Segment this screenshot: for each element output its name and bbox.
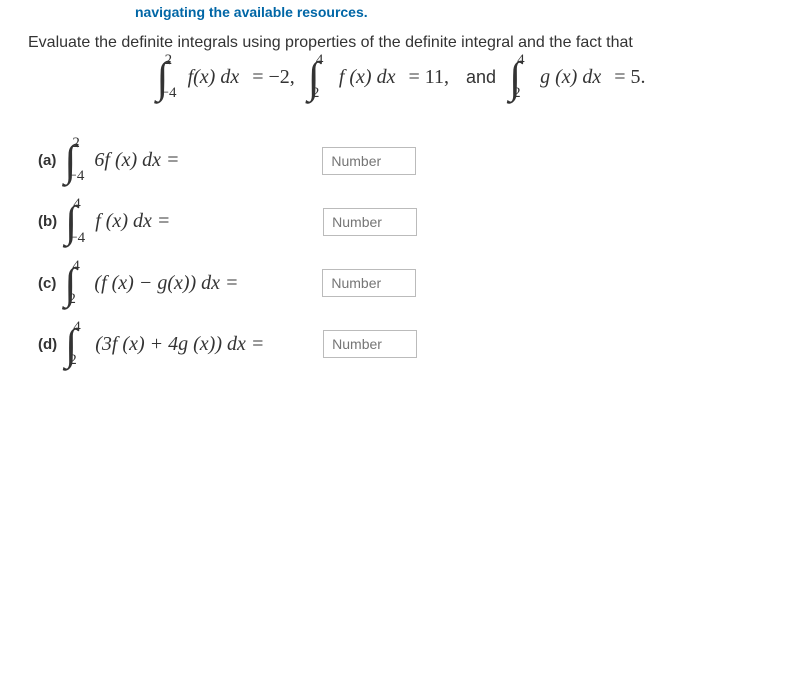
upper-limit: 2 xyxy=(165,54,173,66)
upper-limit: 4 xyxy=(517,54,525,66)
problem-label: (a) xyxy=(38,152,56,169)
integral-c: ∫42 (f (x) − g(x)) dx = xyxy=(64,266,238,301)
integrand: f (x) dx xyxy=(339,66,396,89)
fact-integral-2: ∫42 f (x) dx xyxy=(308,60,396,95)
lower-limit: 2 xyxy=(312,87,320,99)
lower-limit: 2 xyxy=(68,293,76,305)
integrand: 6f (x) dx = xyxy=(94,149,179,172)
problem-b: (b) ∫4−4 f (x) dx = xyxy=(38,204,778,239)
integrand: (3f (x) + 4g (x)) dx = xyxy=(95,333,264,356)
lower-limit: −4 xyxy=(68,170,84,182)
and-text: and xyxy=(466,67,496,88)
equals-value: = 5. xyxy=(614,66,645,89)
lower-limit: −4 xyxy=(69,232,85,244)
upper-limit: 4 xyxy=(72,260,80,272)
problem-label: (c) xyxy=(38,275,56,292)
integral-b: ∫4−4 f (x) dx = xyxy=(65,204,170,239)
fact-integral-1: ∫2−4 f(x) dx xyxy=(157,60,240,95)
intro-text: Evaluate the definite integrals using pr… xyxy=(28,34,778,52)
equals-value: = −2, xyxy=(252,66,295,89)
integrand: g (x) dx xyxy=(540,66,601,89)
lower-limit: 2 xyxy=(69,354,77,366)
problem-label: (d) xyxy=(38,336,57,353)
integrand: f(x) dx xyxy=(188,66,240,89)
answer-input-d[interactable] xyxy=(323,330,417,358)
integrand: f (x) dx = xyxy=(95,210,170,233)
problem-a: (a) ∫2−4 6f (x) dx = xyxy=(38,143,778,178)
integral-a: ∫2−4 6f (x) dx = xyxy=(64,143,179,178)
upper-limit: 4 xyxy=(73,321,81,333)
nav-fragment: navigating the available resources. xyxy=(0,0,806,34)
integrand: (f (x) − g(x)) dx = xyxy=(94,272,238,295)
problem-d: (d) ∫42 (3f (x) + 4g (x)) dx = xyxy=(38,327,778,362)
answer-input-c[interactable] xyxy=(322,269,416,297)
lower-limit: −4 xyxy=(161,87,177,99)
answer-input-b[interactable] xyxy=(323,208,417,236)
equals-value: = 11, xyxy=(408,66,449,89)
integral-d: ∫42 (3f (x) + 4g (x)) dx = xyxy=(65,327,264,362)
fact-integral-3: ∫42 g (x) dx xyxy=(509,60,601,95)
answer-input-a[interactable] xyxy=(322,147,416,175)
upper-limit: 4 xyxy=(316,54,324,66)
upper-limit: 4 xyxy=(73,198,81,210)
upper-limit: 2 xyxy=(72,137,80,149)
problem-label: (b) xyxy=(38,213,57,230)
problem-c: (c) ∫42 (f (x) − g(x)) dx = xyxy=(38,266,778,301)
lower-limit: 2 xyxy=(513,87,521,99)
given-facts: ∫2−4 f(x) dx = −2, ∫42 f (x) dx = 11, an… xyxy=(28,60,778,95)
